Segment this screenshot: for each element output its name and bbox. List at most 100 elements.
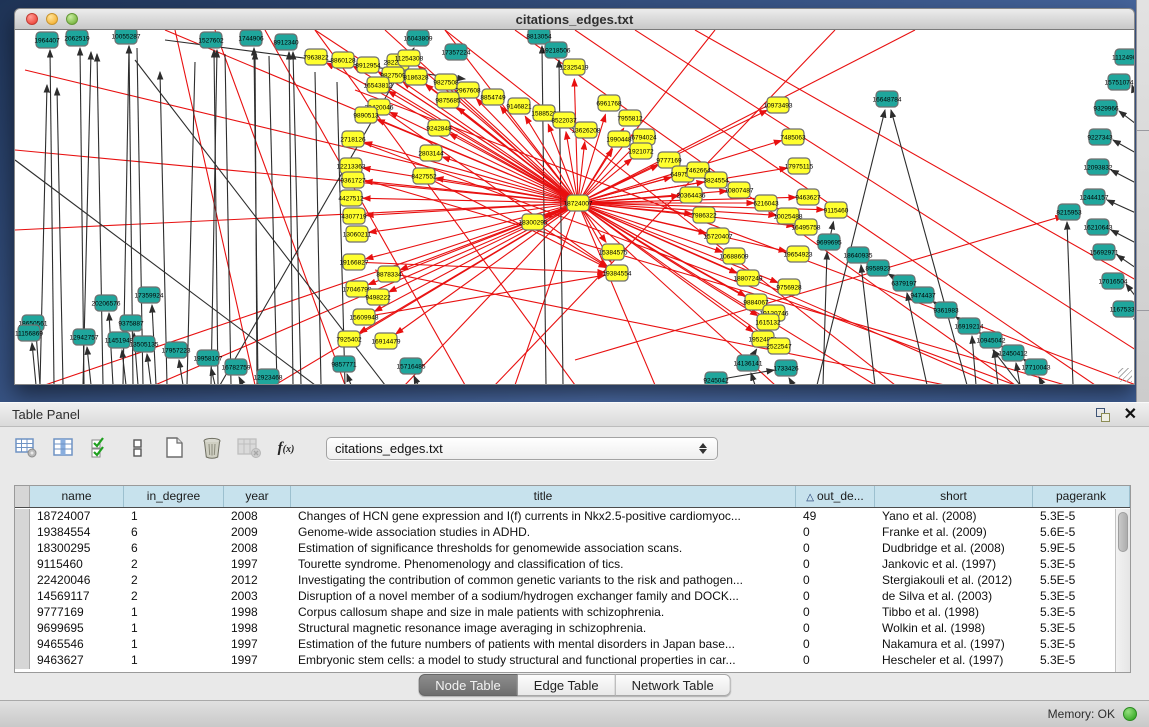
citation-edge-black xyxy=(239,377,243,385)
graph-node-label: 19958107 xyxy=(194,356,223,363)
graph-node-label: 17975115 xyxy=(785,164,814,171)
tab-node-table[interactable]: Node Table xyxy=(418,674,518,696)
graph-node-label: 9245042 xyxy=(703,378,729,385)
table-cell: 18724007 xyxy=(30,509,124,525)
table-cell: 0 xyxy=(796,557,875,573)
column-header-short[interactable]: short xyxy=(875,486,1033,507)
graph-node-label: 9827508 xyxy=(433,80,459,87)
graph-node-label: 2062519 xyxy=(64,36,90,43)
citation-edge-black xyxy=(57,88,63,385)
citation-network-graph[interactable]: 7963822886012889129542822605898275098186… xyxy=(15,30,1135,385)
graph-node-label: 11124907 xyxy=(1112,55,1135,62)
graph-node-label: 16495758 xyxy=(792,225,821,232)
select-all-columns-button[interactable] xyxy=(88,435,114,461)
graph-node-label: 17357224 xyxy=(442,50,471,57)
citation-edge-black xyxy=(751,373,755,385)
import-table-button-disabled[interactable] xyxy=(236,435,262,461)
delete-table-button[interactable] xyxy=(199,435,225,461)
citation-edge-black xyxy=(347,374,351,385)
table-cell: Yano et al. (2008) xyxy=(875,509,1033,525)
table-cell: 9699695 xyxy=(30,621,124,637)
table-cell: 2 xyxy=(124,557,224,573)
table-row[interactable]: 1830029562008Estimation of significance … xyxy=(15,541,1115,557)
network-canvas[interactable]: 7963822886012889129542822605898275098186… xyxy=(14,30,1135,385)
close-panel-icon[interactable]: ✕ xyxy=(1124,408,1137,422)
table-cell: 0 xyxy=(796,637,875,653)
column-header-name[interactable]: name xyxy=(30,486,124,507)
network-window-titlebar[interactable]: citations_edges.txt xyxy=(14,8,1135,30)
side-panel-edge[interactable] xyxy=(1136,0,1149,402)
table-cell: de Silva et al. (2003) xyxy=(875,589,1033,605)
table-scrollbar[interactable] xyxy=(1115,509,1130,672)
citation-edge xyxy=(377,120,578,203)
scrollbar-thumb[interactable] xyxy=(1118,512,1128,552)
table-row[interactable]: 1456911722003Disruption of a novel membe… xyxy=(15,589,1115,605)
table-mode-button[interactable] xyxy=(14,435,40,461)
graph-node-label: 6379197 xyxy=(891,281,917,288)
table-cell: Stergiakouli et al. (2012) xyxy=(875,573,1033,589)
table-cell: 1997 xyxy=(224,557,291,573)
graph-node-label: 10688609 xyxy=(720,254,749,261)
table-cell: 6 xyxy=(124,541,224,557)
graph-node-label: 8912340 xyxy=(273,40,299,47)
table-row[interactable]: 911546021997Tourette syndrome. Phenomeno… xyxy=(15,557,1115,573)
network-desktop: citations_edges.txt 79638228860128891295… xyxy=(0,0,1149,402)
new-table-button[interactable] xyxy=(162,435,188,461)
table-row[interactable]: 969969511998Structural magnetic resonanc… xyxy=(15,621,1115,637)
table-row[interactable]: 946362711997Embryonic stem cells: a mode… xyxy=(15,653,1115,669)
table-cell: 5.3E-5 xyxy=(1033,605,1115,621)
memory-status-indicator[interactable] xyxy=(1123,707,1137,721)
graph-node-label: 8813054 xyxy=(526,34,552,41)
graph-node-label: 9890513 xyxy=(353,113,379,120)
table-cell: 1998 xyxy=(224,621,291,637)
table-cell: Changes of HCN gene expression and I(f) … xyxy=(291,509,796,525)
table-row[interactable]: 2242004622012Investigating the contribut… xyxy=(15,573,1115,589)
table-cell: 14569117 xyxy=(30,589,124,605)
column-header-title[interactable]: title xyxy=(291,486,796,507)
graph-node-label: 12325419 xyxy=(560,65,589,72)
citation-edge xyxy=(635,30,1135,350)
table-panel: Table Panel ✕ f(x) citat xyxy=(0,402,1149,727)
table-cell: 9463627 xyxy=(30,653,124,669)
citation-edge-black xyxy=(293,52,301,385)
show-columns-button[interactable] xyxy=(51,435,77,461)
table-row[interactable]: 977716911998Corpus callosum shape and si… xyxy=(15,605,1115,621)
column-header-in_degree[interactable]: in_degree xyxy=(124,486,224,507)
column-header-pagerank[interactable]: pagerank xyxy=(1033,486,1130,507)
graph-node-label: 9375887 xyxy=(118,321,144,328)
citation-edge xyxy=(355,90,1135,385)
graph-node-label: 19166827 xyxy=(340,260,369,267)
graph-node-label: 4307719 xyxy=(341,214,367,221)
citation-edge-black xyxy=(40,85,47,385)
column-header-year[interactable]: year xyxy=(224,486,291,507)
table-cell: 1 xyxy=(124,605,224,621)
table-select[interactable]: citations_edges.txt xyxy=(326,437,718,460)
graph-node-label: 2967608 xyxy=(455,88,481,95)
table-row[interactable]: 1938455462009Genome-wide association stu… xyxy=(15,525,1115,541)
column-header-out_de[interactable]: △out_de... xyxy=(796,486,875,507)
table-row[interactable]: 946554611997Estimation of the future num… xyxy=(15,637,1115,653)
graph-node-label: 9463627 xyxy=(795,195,821,202)
table-row[interactable]: 1872400712008Changes of HCN gene express… xyxy=(15,509,1115,525)
graph-node-label: 13505135 xyxy=(130,342,159,349)
graph-node-label: 16210643 xyxy=(1084,225,1113,232)
graph-node-label: 9498222 xyxy=(365,295,391,302)
table-cell: Tibbo et al. (1998) xyxy=(875,605,1033,621)
function-builder-button[interactable]: f(x) xyxy=(273,435,299,461)
table-cell: Nakamura et al. (1997) xyxy=(875,637,1033,653)
citation-edge-black xyxy=(789,378,793,385)
graph-node-label: 9474437 xyxy=(910,293,936,300)
graph-node-label: 1744906 xyxy=(238,36,264,43)
window-resize-grip[interactable] xyxy=(1118,368,1132,382)
tab-edge-table[interactable]: Edge Table xyxy=(518,674,616,696)
graph-node-label: 20364436 xyxy=(677,193,706,200)
float-panel-icon[interactable] xyxy=(1096,408,1110,422)
unselect-columns-button[interactable] xyxy=(125,435,151,461)
graph-node-label: 7485063 xyxy=(780,135,806,142)
tab-network-table[interactable]: Network Table xyxy=(616,674,731,696)
table-cell: Embryonic stem cells: a model to study s… xyxy=(291,653,796,669)
table-cell: 5.3E-5 xyxy=(1033,621,1115,637)
graph-node-label: 6961768 xyxy=(596,101,622,108)
table-cell: 1 xyxy=(124,621,224,637)
graph-node-label: 6216043 xyxy=(753,201,779,208)
